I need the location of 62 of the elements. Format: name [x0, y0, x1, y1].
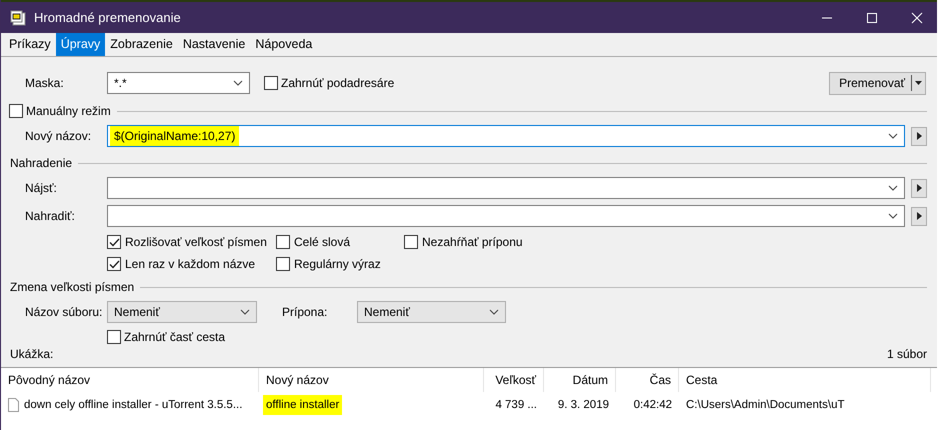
extension-case-dropdown[interactable]: Nemeniť [357, 301, 506, 323]
maximize-icon[interactable] [866, 12, 878, 24]
menu-item[interactable]: Nastavenie [178, 33, 250, 56]
dropdown-arrow-icon[interactable] [915, 81, 922, 85]
option-checkbox[interactable]: Rozlišovať veľkosť písmen [107, 235, 276, 249]
extension-case-label: Prípona: [282, 305, 328, 319]
replace-label: Nahradiť: [24, 209, 76, 223]
find-label: Nájsť: [24, 181, 58, 195]
chevron-down-icon[interactable] [888, 213, 898, 219]
chevron-down-icon[interactable] [888, 133, 898, 139]
include-path-checkbox[interactable]: Zahrnúť časť cesta [107, 330, 226, 344]
table-cell: 9. 3. 2019 [558, 399, 609, 411]
play-icon [916, 212, 922, 220]
window-title: Hromadné premenovanie [34, 10, 181, 25]
file-count: 1 súbor [886, 347, 927, 361]
option-checkbox[interactable]: Nezahŕňať príponu [404, 235, 927, 249]
option-checkbox[interactable]: Regulárny výraz [276, 257, 404, 271]
column-header[interactable]: Čas [616, 368, 679, 392]
rename-button[interactable]: Premenovať [829, 72, 926, 94]
file-icon [8, 398, 19, 412]
insert-button[interactable] [911, 206, 927, 226]
chevron-down-icon[interactable] [233, 80, 243, 86]
column-header[interactable]: Veľkosť [484, 368, 544, 392]
chevron-down-icon[interactable] [240, 309, 250, 315]
table-cell: C:\Users\Admin\Documents\uT [686, 399, 844, 411]
table-cell: 4 739 ... [495, 399, 537, 411]
preview-label: Ukážka: [10, 347, 54, 361]
mask-combo[interactable]: *.* [107, 72, 250, 94]
menu-item[interactable]: Príkazy [4, 33, 56, 56]
close-icon[interactable] [911, 12, 923, 24]
check-icon [108, 238, 120, 246]
new-name-field[interactable]: $(OriginalName:10,27) [107, 125, 905, 147]
table-cell: down cely offline installer - uTorrent 3.5.5... [24, 399, 242, 411]
chevron-down-icon[interactable] [489, 309, 499, 315]
check-icon [108, 260, 120, 268]
menu-item[interactable]: Zobrazenie [105, 33, 178, 56]
file-name-case-label: Názov súboru: [24, 305, 104, 319]
manual-mode-checkbox[interactable]: Manuálny režim [9, 104, 111, 118]
mask-label: Maska: [24, 76, 65, 90]
play-icon [916, 184, 922, 192]
column-header[interactable]: Pôvodný názov [1, 368, 259, 392]
insert-button[interactable] [911, 126, 927, 146]
replace-field[interactable] [107, 205, 905, 227]
insert-button[interactable] [911, 178, 927, 198]
column-header[interactable]: Dátum [544, 368, 616, 392]
section-title: Zmena veľkosti písmen [9, 280, 134, 294]
column-header[interactable]: Nový názov [259, 368, 484, 392]
chevron-down-icon[interactable] [888, 185, 898, 191]
section-title: Nahradenie [9, 156, 72, 170]
option-checkbox[interactable]: Celé slová [276, 235, 404, 249]
app-icon [10, 10, 26, 26]
play-icon [916, 132, 922, 140]
subfolders-checkbox[interactable]: Zahrnúť podadresáre [264, 76, 394, 90]
menu-item[interactable]: Nápoveda [250, 33, 318, 56]
column-header[interactable]: Cesta [679, 368, 931, 392]
file-name-case-dropdown[interactable]: Nemeniť [107, 301, 257, 323]
option-checkbox[interactable]: Len raz v každom názve [107, 257, 276, 271]
menu-item[interactable]: Úpravy [56, 33, 106, 56]
table-cell: 0:42:42 [634, 399, 672, 411]
find-field[interactable] [107, 177, 905, 199]
table-cell: offline installer [263, 395, 342, 415]
new-name-label: Nový názov: [24, 129, 92, 143]
